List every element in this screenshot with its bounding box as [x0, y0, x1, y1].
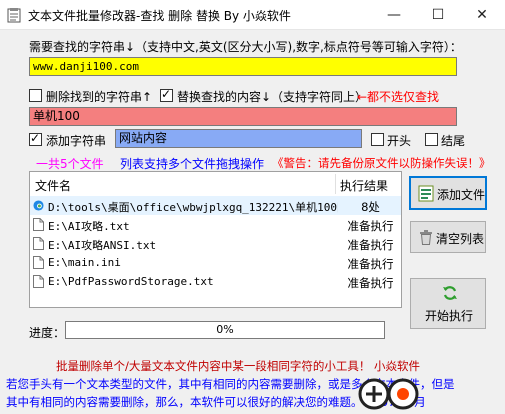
- file-icon: [33, 218, 44, 231]
- clear-list-button[interactable]: 清空列表: [410, 221, 486, 253]
- delete-found-label: 删除找到的字符串↑: [46, 90, 153, 104]
- window-title: 文本文件批量修改器-查找 删除 替换 By 小焱软件: [28, 9, 291, 23]
- add-file-button[interactable]: 添加文件: [409, 176, 487, 210]
- add-end-label: 结尾: [441, 134, 466, 148]
- search-label: 需要查找的字符串↓（支持中文,英文(区分大小写),数字,标点符号等可输入字符）：: [29, 40, 462, 54]
- file-count: 一共5个文件: [36, 157, 104, 171]
- file-row[interactable]: D:\tools\桌面\office\wbwjplxgq_132221\单机10…: [30, 196, 401, 215]
- add-file-label: 添加文件: [437, 188, 486, 202]
- file-row[interactable]: E:\main.ini 准备执行: [30, 253, 401, 272]
- drag-hint: 列表支持多个文件拖拽操作: [120, 157, 265, 171]
- file-icon: [33, 237, 44, 250]
- add-start-label: 开头: [387, 134, 412, 148]
- add-end-checkbox[interactable]: [425, 133, 438, 146]
- app-icon: [7, 8, 21, 23]
- column-filename[interactable]: 文件名: [35, 177, 71, 194]
- file-icon: [33, 275, 44, 288]
- file-status: 准备执行: [347, 257, 394, 271]
- warning-text: 《警告：请先备份原文件以防操作失误！》: [272, 156, 491, 170]
- replace-input[interactable]: 单机100: [29, 107, 457, 126]
- file-status: 8处: [361, 200, 380, 214]
- file-name: D:\tools\桌面\office\wbwjplxgq_132221\单机10…: [48, 201, 338, 214]
- close-button[interactable]: ✕: [460, 0, 504, 30]
- trash-icon: [420, 230, 432, 245]
- file-name: E:\PdfPasswordStorage.txt: [48, 275, 214, 288]
- clear-list-label: 清空列表: [436, 232, 485, 246]
- add-string-checkbox[interactable]: [29, 131, 42, 146]
- progress-label: 进度：: [29, 326, 66, 340]
- file-name: E:\AI攻略ANSI.txt: [48, 239, 157, 252]
- search-input[interactable]: www.danji100.com: [29, 57, 457, 76]
- add-string-input[interactable]: 网站内容: [115, 129, 362, 148]
- column-result[interactable]: 执行结果: [340, 177, 388, 194]
- file-name: E:\main.ini: [48, 256, 121, 269]
- file-list-header: 文件名 执行结果: [30, 172, 401, 196]
- option-hint: ←都不选仅查找: [357, 90, 440, 104]
- add-file-icon: [418, 185, 434, 202]
- progress-bar: 0%: [65, 321, 385, 339]
- add-start-checkbox[interactable]: [371, 133, 384, 146]
- start-button[interactable]: 开始执行: [410, 278, 486, 329]
- column-divider[interactable]: [335, 174, 336, 194]
- file-row[interactable]: E:\PdfPasswordStorage.txt 准备执行: [30, 272, 401, 291]
- edge-icon: [33, 200, 44, 211]
- delete-found-checkbox[interactable]: [29, 89, 42, 102]
- refresh-icon: [443, 286, 457, 300]
- minimize-button[interactable]: —: [372, 0, 416, 30]
- file-status: 准备执行: [347, 238, 394, 252]
- file-status: 准备执行: [347, 219, 394, 233]
- file-list[interactable]: 文件名 执行结果 D:\tools\桌面\office\wbwjplxgq_13…: [29, 171, 402, 308]
- overlay-record-icon: [358, 378, 419, 410]
- footer-line-1: 批量删除单个/大量文本文件内容中某一段相同字符的小工具！ 小焱软件: [56, 359, 421, 373]
- progress-text: 0%: [216, 323, 234, 336]
- file-icon: [33, 256, 44, 269]
- file-name: E:\AI攻略.txt: [48, 220, 130, 233]
- maximize-button[interactable]: ☐: [416, 0, 460, 30]
- replace-found-checkbox[interactable]: [160, 87, 173, 102]
- file-status: 准备执行: [347, 276, 394, 290]
- file-row[interactable]: E:\AI攻略ANSI.txt 准备执行: [30, 234, 401, 253]
- start-label: 开始执行: [425, 309, 474, 323]
- add-string-label: 添加字符串: [46, 134, 107, 148]
- replace-found-label: 替换查找的内容↓（支持字符同上）: [177, 90, 368, 104]
- file-row[interactable]: E:\AI攻略.txt 准备执行: [30, 215, 401, 234]
- title-bar: 文本文件批量修改器-查找 删除 替换 By 小焱软件 — ☐ ✕: [0, 0, 505, 30]
